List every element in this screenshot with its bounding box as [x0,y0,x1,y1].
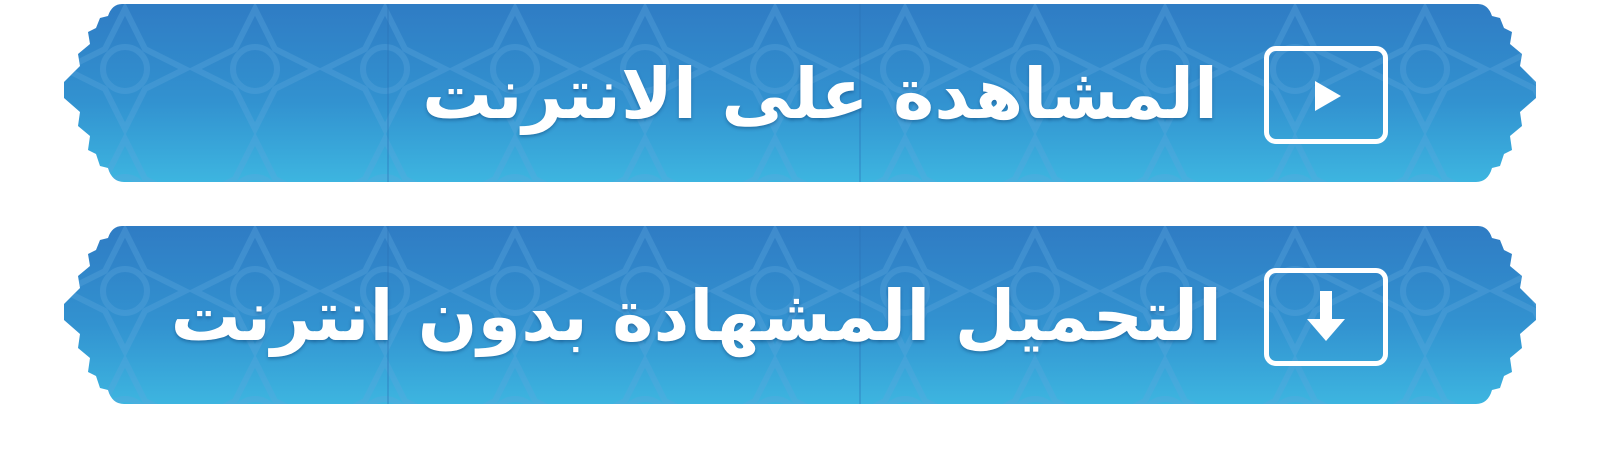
download-offline-button[interactable]: التحميل المشهادة بدون انترنت [60,226,1540,406]
play-icon [1315,81,1341,111]
page: المشاهدة على الانترنت التحميل المشهادة ب… [0,0,1600,468]
download-arrow-icon [1307,291,1345,341]
download-offline-label: التحميل المشهادة بدون انترنت [170,275,1222,357]
download-icon-frame [1264,268,1388,366]
play-icon-frame [1264,46,1388,144]
watch-online-label: المشاهدة على الانترنت [422,53,1218,135]
watch-online-button[interactable]: المشاهدة على الانترنت [60,4,1540,184]
